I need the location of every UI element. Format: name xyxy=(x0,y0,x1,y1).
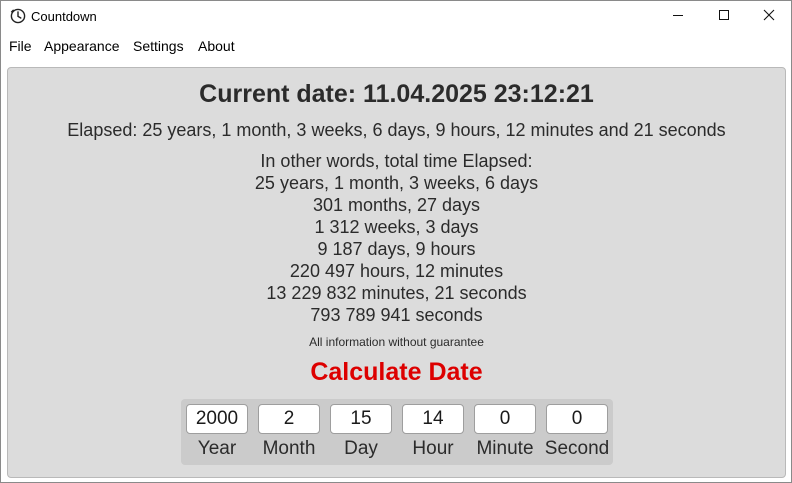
close-button[interactable] xyxy=(746,1,792,32)
breakdown-years: 25 years, 1 month, 3 weeks, 6 days xyxy=(254,173,539,193)
second-input[interactable] xyxy=(546,404,608,434)
maximize-button[interactable] xyxy=(701,1,747,32)
day-field-group: Day xyxy=(330,404,392,460)
hour-input[interactable] xyxy=(402,404,464,434)
date-input-group: Year Month Day Hour Minute Second xyxy=(181,399,613,465)
clock-icon xyxy=(10,8,26,24)
breakdown-seconds: 793 789 941 seconds xyxy=(310,305,483,325)
elapsed-summary: Elapsed: 25 years, 1 month, 3 weeks, 6 d… xyxy=(67,120,726,140)
menu-file[interactable]: File xyxy=(9,38,32,54)
breakdown-heading: In other words, total time Elapsed: xyxy=(260,151,533,171)
year-label: Year xyxy=(197,438,237,459)
menu-appearance[interactable]: Appearance xyxy=(44,38,120,54)
close-icon xyxy=(763,8,775,26)
breakdown-days: 9 187 days, 9 hours xyxy=(317,239,476,259)
menu-about[interactable]: About xyxy=(198,38,235,54)
second-label: Second xyxy=(544,438,610,459)
minute-field-group: Minute xyxy=(474,404,536,460)
second-field-group: Second xyxy=(545,404,609,460)
menu-bar: File Appearance Settings About xyxy=(1,32,791,60)
current-date: Current date: 11.04.2025 23:12:21 xyxy=(199,80,594,108)
hour-label: Hour xyxy=(412,438,454,459)
minimize-icon xyxy=(672,8,684,26)
elapsed-breakdown: In other words, total time Elapsed: 25 y… xyxy=(8,150,785,326)
main-panel: Current date: 11.04.2025 23:12:21 Elapse… xyxy=(7,67,786,478)
day-label: Day xyxy=(344,438,378,459)
minute-label: Minute xyxy=(476,438,534,459)
breakdown-weeks: 1 312 weeks, 3 days xyxy=(314,217,479,237)
breakdown-months: 301 months, 27 days xyxy=(312,195,481,215)
month-field-group: Month xyxy=(258,404,320,460)
window-title: Countdown xyxy=(31,9,97,24)
calculate-date-title: Calculate Date xyxy=(310,358,483,386)
hour-field-group: Hour xyxy=(402,404,464,460)
month-label: Month xyxy=(262,438,316,459)
day-input[interactable] xyxy=(330,404,392,434)
month-input[interactable] xyxy=(258,404,320,434)
breakdown-minutes: 13 229 832 minutes, 21 seconds xyxy=(266,283,527,303)
year-field-group: Year xyxy=(186,404,248,460)
year-input[interactable] xyxy=(186,404,248,434)
disclaimer-text: All information without guarantee xyxy=(309,335,484,349)
maximize-icon xyxy=(718,8,730,26)
title-bar[interactable]: Countdown xyxy=(1,1,791,32)
minimize-button[interactable] xyxy=(655,1,701,32)
app-window: Countdown File Appearance Settings About… xyxy=(0,0,792,483)
menu-settings[interactable]: Settings xyxy=(133,38,184,54)
minute-input[interactable] xyxy=(474,404,536,434)
breakdown-hours: 220 497 hours, 12 minutes xyxy=(289,261,504,281)
